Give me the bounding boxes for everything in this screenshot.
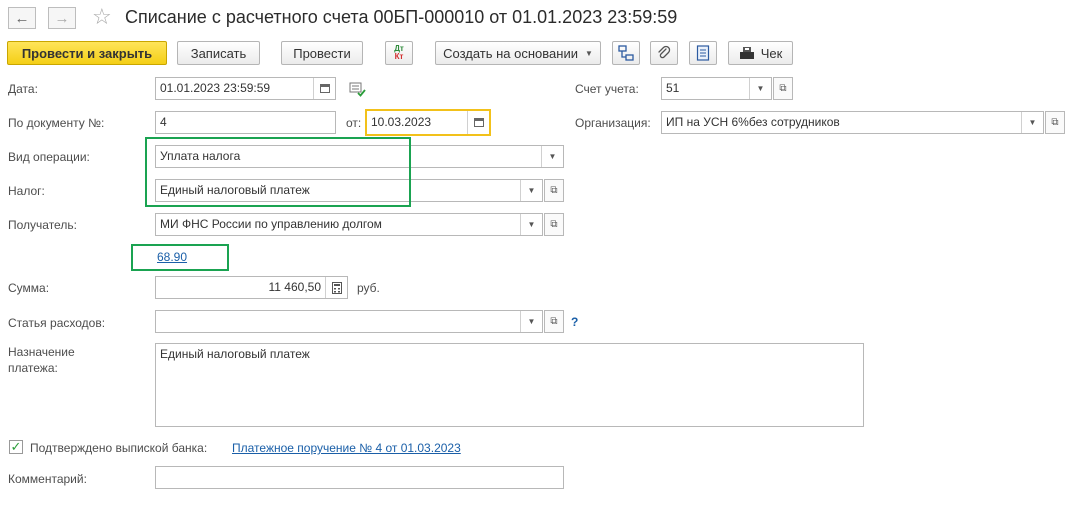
help-icon[interactable]: ? (571, 315, 578, 329)
favorite-star-icon[interactable]: ☆ (92, 5, 112, 29)
chevron-down-icon[interactable]: ▼ (520, 311, 542, 332)
sum-label: Сумма: (8, 281, 50, 295)
list-document-icon (696, 45, 710, 61)
account-open-button[interactable]: ⧉ (773, 77, 793, 100)
tax-open-button[interactable]: ⧉ (544, 179, 564, 202)
calendar-icon[interactable] (313, 78, 335, 99)
page-title: Списание с расчетного счета 00БП-000010 … (125, 7, 678, 27)
purpose-textarea[interactable]: Единый налоговый платеж (155, 343, 864, 427)
confirmed-label: Подтверждено выпиской банка: (30, 441, 208, 455)
date-field[interactable]: 01.01.2023 23:59:59 (155, 77, 336, 100)
expense-field[interactable]: ▼ (155, 310, 543, 333)
payment-order-link[interactable]: Платежное поручение № 4 от 01.03.2023 (232, 441, 461, 455)
currency-label: руб. (357, 281, 380, 295)
org-field[interactable]: ИП на УСН 6%без сотрудников ▼ (661, 111, 1044, 134)
save-button[interactable]: Записать (177, 41, 260, 65)
receipt-button[interactable]: Чек (728, 41, 793, 65)
dt-kt-button[interactable]: Дт Кт (385, 41, 413, 65)
document-check-icon[interactable] (349, 81, 367, 97)
docnum-field[interactable]: 4 (155, 111, 336, 134)
chevron-down-icon[interactable]: ▼ (1021, 112, 1043, 133)
checkmark-icon: ✓ (10, 439, 22, 454)
recipient-open-button[interactable]: ⧉ (544, 213, 564, 236)
operation-label: Вид операции: (8, 150, 90, 164)
back-button[interactable]: ← (8, 7, 36, 29)
chevron-down-icon: ▼ (584, 48, 593, 58)
org-label: Организация: (575, 116, 651, 130)
post-and-close-button[interactable]: Провести и закрыть (7, 41, 167, 65)
recipient-field[interactable]: МИ ФНС России по управлению долгом ▼ (155, 213, 543, 236)
comment-label: Комментарий: (8, 472, 87, 486)
arrow-left-icon: ← (14, 9, 30, 27)
structure-button[interactable] (612, 41, 640, 65)
sum-field[interactable]: 11 460,50 (155, 276, 348, 299)
open-window-icon: ⧉ (779, 83, 787, 94)
open-window-icon: ⧉ (550, 185, 558, 196)
open-window-icon: ⧉ (550, 316, 558, 327)
paperclip-icon (658, 45, 671, 59)
tax-label: Налог: (8, 184, 45, 198)
calculator-icon[interactable] (325, 277, 347, 298)
calendar-icon[interactable] (467, 111, 489, 134)
org-open-button[interactable]: ⧉ (1045, 111, 1065, 134)
expense-label: Статья расходов: (8, 316, 106, 330)
chevron-down-icon[interactable]: ▼ (520, 180, 542, 201)
attach-files-button[interactable] (650, 41, 678, 65)
recipient-label: Получатель: (8, 218, 77, 232)
purpose-label-line1: Назначение (8, 345, 75, 359)
open-window-icon: ⧉ (1051, 117, 1059, 128)
confirmed-checkbox[interactable]: ✓ (9, 440, 23, 454)
from-date-field[interactable]: 10.03.2023 (365, 109, 491, 136)
highlight-operation-tax (145, 137, 411, 207)
cash-register-icon (739, 47, 754, 59)
arrow-right-icon: → (54, 9, 70, 27)
chevron-down-icon[interactable]: ▼ (749, 78, 771, 99)
docnum-label: По документу №: (8, 116, 105, 130)
forward-button[interactable]: → (48, 7, 76, 29)
expense-open-button[interactable]: ⧉ (544, 310, 564, 333)
create-based-on-button[interactable]: Создать на основании ▼ (435, 41, 601, 65)
account-field[interactable]: 51 ▼ (661, 77, 772, 100)
account-label: Счет учета: (575, 82, 639, 96)
print-list-button[interactable] (689, 41, 717, 65)
comment-field[interactable] (155, 466, 564, 489)
open-window-icon: ⧉ (550, 219, 558, 230)
purpose-label-line2: платежа: (8, 361, 58, 375)
highlight-account-link (131, 244, 229, 271)
from-label: от: (346, 116, 362, 130)
date-label: Дата: (8, 82, 38, 96)
chevron-down-icon[interactable]: ▼ (541, 146, 563, 167)
hierarchy-icon (618, 45, 634, 61)
post-button[interactable]: Провести (281, 41, 363, 65)
chevron-down-icon[interactable]: ▼ (520, 214, 542, 235)
